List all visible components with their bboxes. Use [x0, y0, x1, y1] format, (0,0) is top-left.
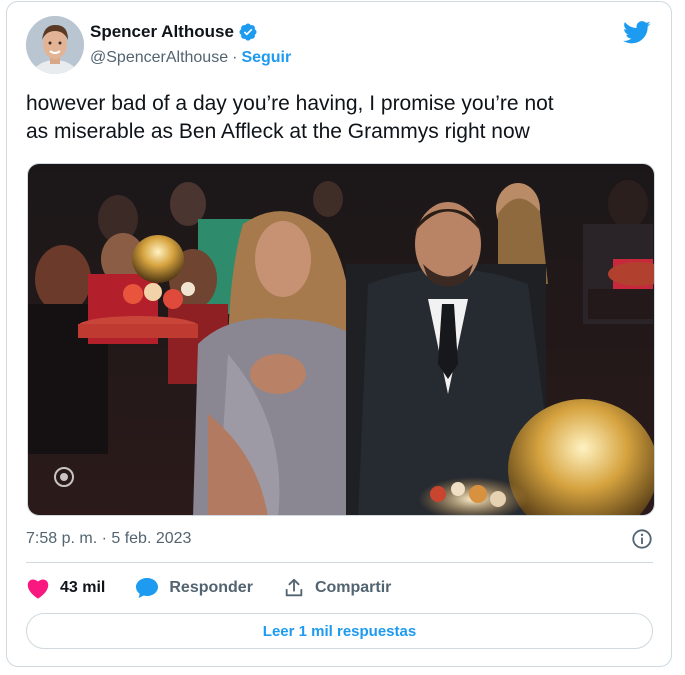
author-handle-row: @SpencerAlthouse · Seguir	[90, 49, 291, 67]
share-label: Compartir	[314, 579, 392, 596]
heart-icon	[27, 579, 49, 599]
share-icon	[285, 578, 303, 597]
avatar[interactable]	[26, 16, 84, 74]
tweet-card: Spencer Althouse @SpencerAlthouse · Segu…	[6, 1, 672, 667]
twitter-bird-icon[interactable]	[621, 18, 653, 46]
tweet-actions: 43 mil Responder Compartir	[26, 574, 421, 602]
author-handle[interactable]: @SpencerAlthouse	[90, 49, 228, 67]
author-name[interactable]: Spencer Althouse	[90, 22, 234, 42]
separator: ·	[232, 49, 238, 66]
like-button[interactable]: 43 mil	[26, 577, 105, 599]
tweet-meta: 7:58 p. m. · 5 feb. 2023	[26, 528, 653, 552]
like-count: 43 mil	[60, 579, 106, 596]
reply-label: Responder	[169, 579, 253, 596]
divider	[26, 562, 653, 563]
verified-badge-icon	[239, 23, 257, 41]
reply-button[interactable]: Responder	[135, 577, 253, 599]
speech-bubble-icon	[136, 578, 159, 598]
tweet-header: Spencer Althouse @SpencerAlthouse · Segu…	[26, 14, 655, 76]
timestamp[interactable]: 7:58 p. m. · 5 feb. 2023	[26, 530, 191, 548]
cbs-eye-icon	[54, 467, 74, 487]
read-replies-button[interactable]: Leer 1 mil respuestas	[26, 613, 653, 649]
share-button[interactable]: Compartir	[283, 577, 391, 599]
follow-link[interactable]: Seguir	[241, 49, 291, 67]
info-icon[interactable]	[631, 528, 653, 550]
tweet-text: however bad of a day you’re having, I pr…	[26, 92, 554, 143]
tweet-photo[interactable]	[27, 163, 655, 516]
author-name-row: Spencer Althouse	[90, 22, 258, 42]
